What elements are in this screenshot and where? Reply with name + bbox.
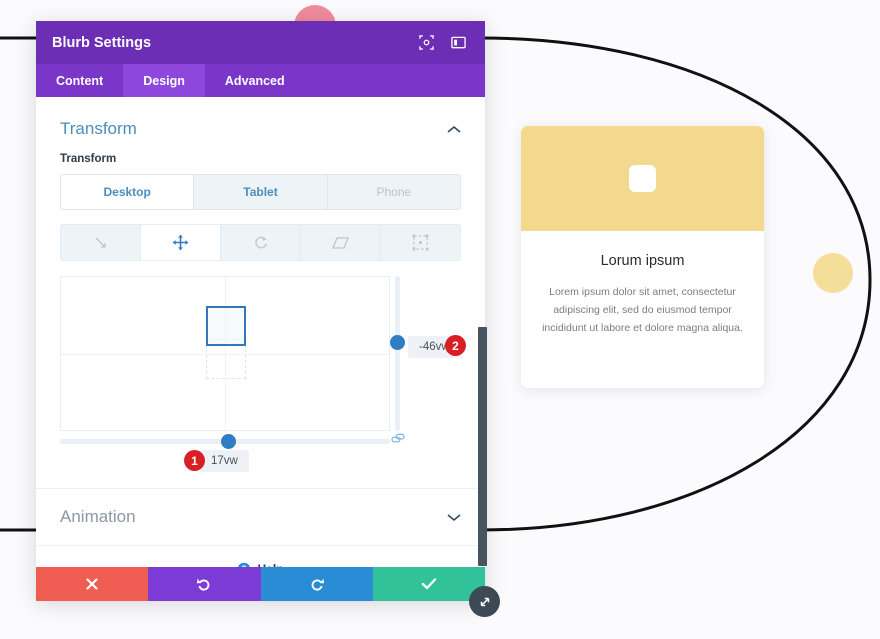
transform-field-label: Transform	[60, 153, 117, 165]
tab-design[interactable]: Design	[123, 64, 205, 97]
modal-title: Blurb Settings	[52, 34, 152, 51]
transform-heading: Transform	[60, 119, 137, 138]
transform-selection-box[interactable]	[206, 306, 246, 346]
skew-icon[interactable]	[301, 225, 381, 260]
chevron-up-icon[interactable]	[447, 122, 461, 137]
svg-text:?: ?	[242, 564, 247, 567]
redo-button[interactable]	[260, 567, 373, 601]
cancel-button[interactable]	[36, 567, 149, 601]
modal-body: Transform Transform Desktop Tablet Phone	[36, 97, 485, 567]
step-badge-2: 2	[445, 335, 466, 356]
translate-move-icon[interactable]	[141, 225, 221, 260]
focus-target-icon[interactable]	[415, 32, 437, 54]
checkmark-icon	[421, 578, 437, 590]
device-phone[interactable]: Phone	[328, 175, 460, 209]
help-label: Help	[257, 562, 283, 568]
close-x-icon	[86, 578, 98, 590]
transform-section: Transform Transform Desktop Tablet Phone	[36, 97, 485, 472]
card-description: Lorem ipsum dolor sit amet, consectetur …	[542, 286, 743, 335]
device-selector[interactable]: Desktop Tablet Phone	[60, 174, 461, 210]
blurb-settings-modal[interactable]: Blurb Settings Content Design Advanced T…	[36, 21, 487, 601]
question-mark-icon: ?	[238, 562, 251, 567]
step-badge-1: 1	[184, 450, 205, 471]
redo-arrow-icon	[311, 578, 324, 591]
modal-tab-bar[interactable]: Content Design Advanced	[36, 64, 485, 97]
save-button[interactable]	[372, 567, 485, 601]
diagonal-resize-icon	[480, 597, 489, 606]
horizontal-translate-value[interactable]: 17vw	[200, 450, 249, 472]
chevron-down-icon[interactable]	[447, 510, 461, 525]
device-tablet[interactable]: Tablet	[194, 175, 328, 209]
transform-canvas[interactable]	[60, 276, 390, 431]
link-chain-icon[interactable]	[391, 433, 406, 451]
tab-advanced[interactable]: Advanced	[205, 64, 305, 97]
decorative-yellow-circle	[813, 253, 853, 293]
animation-heading: Animation	[60, 507, 136, 526]
vertical-slider-thumb[interactable]	[390, 335, 405, 350]
modal-footer[interactable]	[36, 567, 485, 601]
card-body: Lorum ipsum Lorem ipsum dolor sit amet, …	[521, 231, 764, 337]
transform-mode-selector[interactable]	[60, 224, 461, 261]
undo-arrow-icon	[197, 578, 210, 591]
rotate-icon[interactable]	[221, 225, 301, 260]
scale-icon[interactable]	[61, 225, 141, 260]
blurb-preview-card[interactable]: Lorum ipsum Lorem ipsum dolor sit amet, …	[521, 126, 764, 388]
modal-resize-handle[interactable]	[469, 586, 500, 617]
card-title: Lorum ipsum	[600, 253, 685, 269]
undo-button[interactable]	[148, 567, 261, 601]
tab-content[interactable]: Content	[36, 64, 123, 97]
horizontal-translate-slider[interactable]	[60, 434, 390, 449]
device-desktop[interactable]: Desktop	[61, 175, 195, 209]
help-link[interactable]: ? Help	[36, 545, 485, 567]
modal-header: Blurb Settings	[36, 21, 485, 64]
layout-panel-icon[interactable]	[447, 32, 469, 54]
modal-scrollbar[interactable]	[478, 327, 487, 566]
transform-canvas-area[interactable]: -46vw 17vw 1 2	[60, 276, 466, 472]
horizontal-slider-thumb[interactable]	[221, 434, 236, 449]
vertical-translate-slider[interactable]	[390, 276, 405, 431]
animation-section[interactable]: Animation	[36, 488, 485, 545]
transform-origin-icon[interactable]	[381, 225, 460, 260]
transform-section-header[interactable]: Transform	[36, 97, 485, 153]
rounded-square-icon	[629, 165, 656, 192]
card-header	[521, 126, 764, 231]
